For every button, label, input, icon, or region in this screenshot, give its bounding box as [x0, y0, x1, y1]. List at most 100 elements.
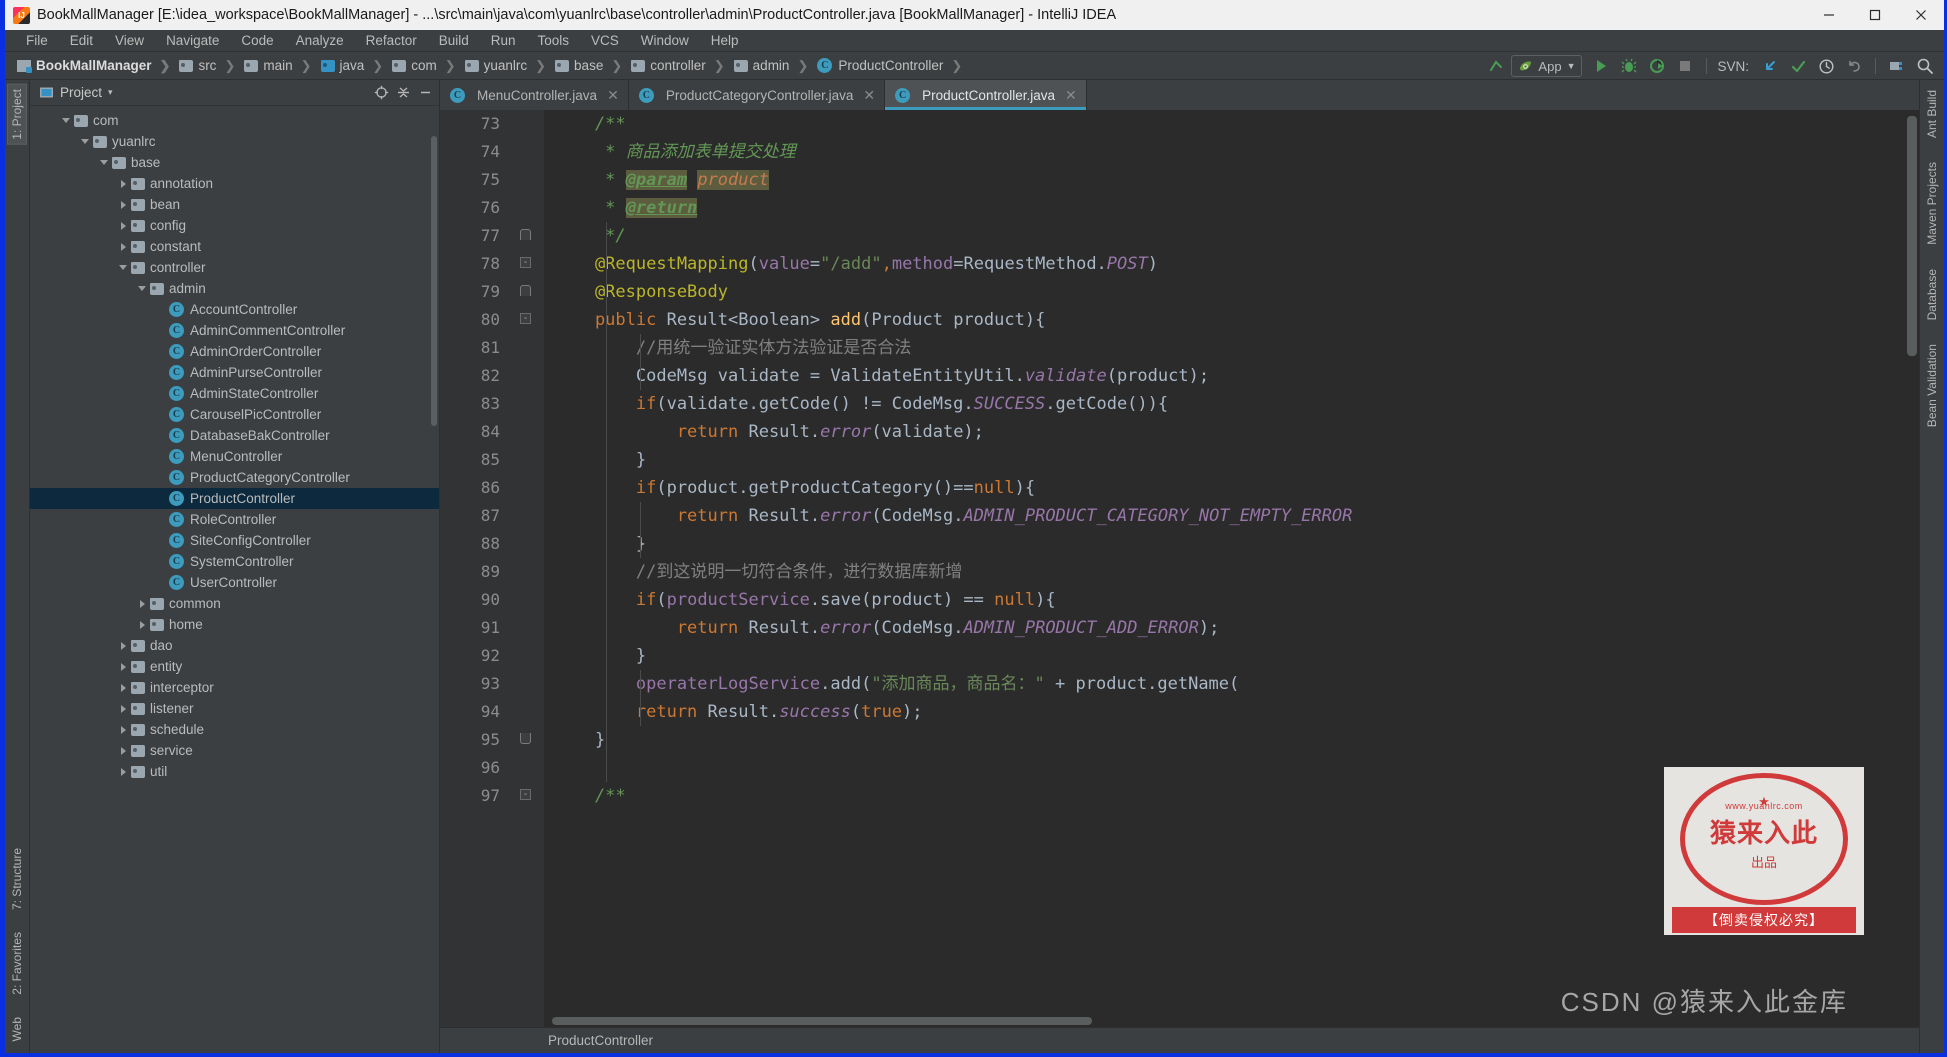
breadcrumb-item-com[interactable]: com ❯ — [388, 55, 460, 77]
tree-class-CarouselPicController[interactable]: C CarouselPicController — [30, 404, 439, 425]
project-structure-icon[interactable] — [1884, 54, 1910, 78]
menu-item-file[interactable]: File — [15, 31, 59, 50]
tree-folder-bean[interactable]: bean — [30, 194, 439, 215]
code-line-90[interactable]: if(productService.save(product) == null)… — [554, 586, 1919, 614]
close-button[interactable] — [1898, 0, 1944, 30]
editor-vertical-scroll-thumb[interactable] — [1907, 116, 1917, 356]
code-line-92[interactable]: } — [554, 642, 1919, 670]
collapse-all-icon[interactable] — [395, 85, 411, 101]
search-everywhere-icon[interactable] — [1912, 54, 1938, 78]
tree-folder-listener[interactable]: listener — [30, 698, 439, 719]
menu-item-help[interactable]: Help — [700, 31, 750, 50]
breadcrumb-item-main[interactable]: main ❯ — [240, 55, 316, 77]
breadcrumb-item-bookmallmanager[interactable]: BookMallManager ❯ — [13, 55, 175, 77]
tree-toggle-collapsed-icon[interactable] — [115, 200, 131, 209]
tree-toggle-collapsed-icon[interactable] — [134, 620, 150, 629]
tree-class-SystemController[interactable]: C SystemController — [30, 551, 439, 572]
minimize-button[interactable] — [1806, 0, 1852, 30]
code-line-78[interactable]: @RequestMapping(value="/add",method=Requ… — [554, 250, 1919, 278]
tree-toggle-collapsed-icon[interactable] — [115, 662, 131, 671]
run-with-coverage-button[interactable] — [1644, 54, 1670, 78]
tree-toggle-collapsed-icon[interactable] — [115, 179, 131, 188]
tree-toggle-collapsed-icon[interactable] — [115, 746, 131, 755]
code-line-95[interactable]: } — [554, 726, 1919, 754]
menu-item-refactor[interactable]: Refactor — [355, 31, 428, 50]
menu-item-analyze[interactable]: Analyze — [285, 31, 355, 50]
editor-tab-ProductController[interactable]: C ProductController.java ✕ — [885, 80, 1087, 110]
breadcrumb-item-src[interactable]: src ❯ — [175, 55, 240, 77]
tree-class-AdminPurseController[interactable]: C AdminPurseController — [30, 362, 439, 383]
code-line-84[interactable]: return Result.error(validate); — [554, 418, 1919, 446]
update-project-icon[interactable] — [1483, 54, 1509, 78]
debug-button[interactable] — [1616, 54, 1642, 78]
breadcrumb-item-base[interactable]: base ❯ — [551, 55, 627, 77]
tree-toggle-expanded-icon[interactable] — [58, 118, 74, 123]
tool-window-structure[interactable]: 7: Structure — [8, 844, 26, 914]
tool-window-favorites[interactable]: 2: Favorites — [8, 928, 26, 999]
breadcrumb-item-java[interactable]: java ❯ — [317, 55, 389, 77]
fold-marker-77[interactable] — [520, 229, 534, 243]
menu-item-navigate[interactable]: Navigate — [155, 31, 230, 50]
tree-folder-admin[interactable]: admin — [30, 278, 439, 299]
menu-item-tools[interactable]: Tools — [527, 31, 581, 50]
code-line-93[interactable]: operaterLogService.add("添加商品，商品名：" + pro… — [554, 670, 1919, 698]
tree-toggle-expanded-icon[interactable] — [96, 160, 112, 165]
tree-toggle-collapsed-icon[interactable] — [115, 704, 131, 713]
breadcrumb-item-controller[interactable]: controller ❯ — [627, 55, 729, 77]
tool-window-project[interactable]: 1: Project — [7, 84, 27, 145]
code-line-88[interactable]: } — [554, 530, 1919, 558]
tree-folder-interceptor[interactable]: interceptor — [30, 677, 439, 698]
editor-breadcrumb[interactable]: ProductController — [440, 1027, 1919, 1053]
tree-class-AccountController[interactable]: C AccountController — [30, 299, 439, 320]
code-editor[interactable]: 73 74 75 76 77 78-79 80-81 82 83 84 85 86 87 88 89 90 91… — [440, 110, 1919, 1027]
menu-item-code[interactable]: Code — [230, 31, 284, 50]
code-line-80[interactable]: public Result<Boolean> add(Product produ… — [554, 306, 1919, 334]
tree-folder-constant[interactable]: constant — [30, 236, 439, 257]
close-icon[interactable]: ✕ — [1065, 87, 1077, 104]
fold-marker-95[interactable] — [520, 733, 534, 747]
run-configuration-selector[interactable]: App ▼ — [1511, 55, 1583, 77]
menu-item-build[interactable]: Build — [428, 31, 480, 50]
svn-commit-icon[interactable] — [1785, 54, 1811, 78]
tree-toggle-collapsed-icon[interactable] — [115, 221, 131, 230]
tree-folder-home[interactable]: home — [30, 614, 439, 635]
menu-item-edit[interactable]: Edit — [59, 31, 104, 50]
tree-folder-base[interactable]: base — [30, 152, 439, 173]
code-line-74[interactable]: * 商品添加表单提交处理 — [554, 138, 1919, 166]
stop-button[interactable] — [1672, 54, 1698, 78]
fold-marker-79[interactable] — [520, 285, 534, 299]
tree-folder-service[interactable]: service — [30, 740, 439, 761]
close-icon[interactable]: ✕ — [863, 87, 875, 104]
tree-class-UserController[interactable]: C UserController — [30, 572, 439, 593]
tree-toggle-collapsed-icon[interactable] — [115, 242, 131, 251]
code-line-89[interactable]: //到这说明一切符合条件，进行数据库新增 — [554, 558, 1919, 586]
tree-class-AdminCommentController[interactable]: C AdminCommentController — [30, 320, 439, 341]
tool-window-bean-validation[interactable]: Bean Validation — [1923, 340, 1941, 431]
tree-toggle-collapsed-icon[interactable] — [115, 767, 131, 776]
editor-tab-MenuController[interactable]: C MenuController.java ✕ — [440, 80, 629, 110]
tree-toggle-collapsed-icon[interactable] — [115, 725, 131, 734]
tree-class-MenuController[interactable]: C MenuController — [30, 446, 439, 467]
run-button[interactable] — [1588, 54, 1614, 78]
editor-gutter[interactable]: 73 74 75 76 77 78-79 80-81 82 83 84 85 86 87 88 89 90 91… — [440, 110, 544, 1027]
tree-class-AdminStateController[interactable]: C AdminStateController — [30, 383, 439, 404]
tree-class-ProductCategoryController[interactable]: C ProductCategoryController — [30, 467, 439, 488]
tree-folder-util[interactable]: util — [30, 761, 439, 782]
hide-panel-icon[interactable] — [417, 85, 433, 101]
project-tree[interactable]: com yuanlrc base annotation bean config consta… — [30, 106, 439, 1053]
tree-folder-entity[interactable]: entity — [30, 656, 439, 677]
code-line-94[interactable]: return Result.success(true); — [554, 698, 1919, 726]
tree-folder-config[interactable]: config — [30, 215, 439, 236]
tree-folder-dao[interactable]: dao — [30, 635, 439, 656]
code-line-82[interactable]: CodeMsg validate = ValidateEntityUtil.va… — [554, 362, 1919, 390]
code-line-73[interactable]: /** — [554, 110, 1919, 138]
tool-window-database[interactable]: Database — [1923, 265, 1941, 324]
tree-toggle-collapsed-icon[interactable] — [134, 599, 150, 608]
tree-toggle-expanded-icon[interactable] — [134, 286, 150, 291]
code-line-76[interactable]: * @return — [554, 194, 1919, 222]
code-text[interactable]: /** * 商品添加表单提交处理 * @param product * @ret… — [544, 110, 1919, 1027]
code-line-91[interactable]: return Result.error(CodeMsg.ADMIN_PRODUC… — [554, 614, 1919, 642]
code-line-87[interactable]: return Result.error(CodeMsg.ADMIN_PRODUC… — [554, 502, 1919, 530]
scroll-from-source-icon[interactable] — [373, 85, 389, 101]
menu-item-view[interactable]: View — [104, 31, 155, 50]
